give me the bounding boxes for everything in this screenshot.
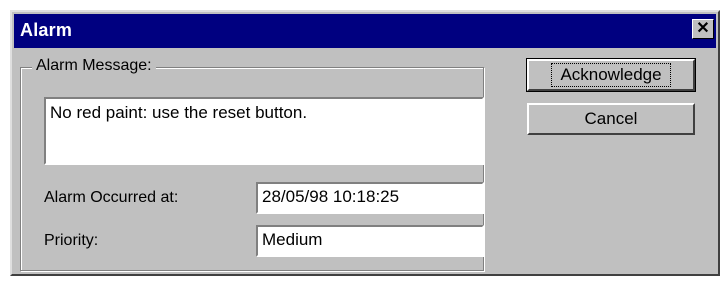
cancel-label: Cancel <box>584 109 638 128</box>
group-label: Alarm Message: <box>32 57 156 75</box>
occurred-field[interactable]: 28/05/98 10:18:25 <box>256 182 484 214</box>
cancel-button[interactable]: Cancel <box>527 103 695 135</box>
priority-field[interactable]: Medium <box>256 225 484 257</box>
priority-label: Priority: <box>44 232 99 249</box>
acknowledge-button[interactable]: Acknowledge <box>526 58 696 92</box>
acknowledge-label: Acknowledge <box>551 63 671 87</box>
alarm-message-field[interactable]: No red paint: use the reset button. <box>44 97 484 165</box>
occurred-label: Alarm Occurred at: <box>44 189 179 206</box>
close-button[interactable]: ✕ <box>692 19 714 39</box>
title-bar: Alarm ✕ <box>14 14 716 48</box>
close-icon: ✕ <box>696 20 710 37</box>
dialog-title: Alarm <box>20 20 73 40</box>
